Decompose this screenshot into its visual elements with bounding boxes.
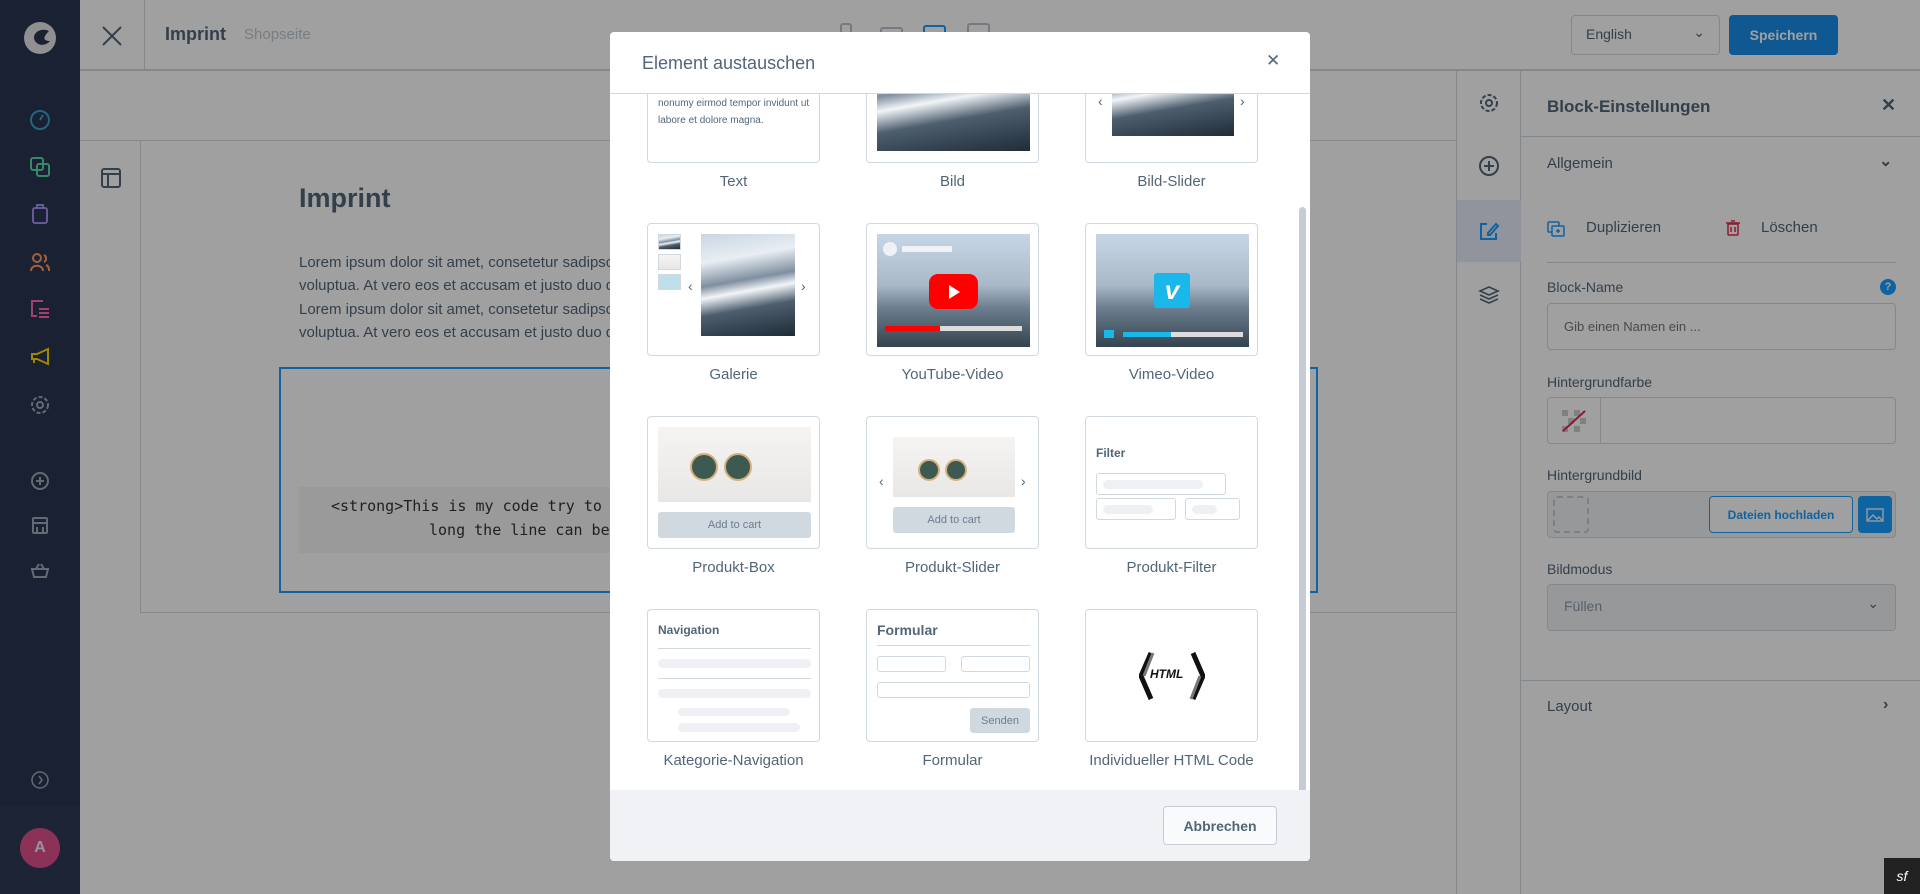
filter-select-preview [1096,498,1176,520]
video-preview: v [1096,234,1249,347]
element-label: Individueller HTML Code [1089,752,1254,769]
chevron-left-icon: ‹ [688,278,693,294]
element-card-gallery[interactable]: ‹ › [647,223,820,356]
element-card-vimeo[interactable]: v [1085,223,1258,356]
replace-element-modal: Element austauschen ✕ nonumy eirmod temp… [610,32,1310,861]
add-to-cart-preview: Add to cart [658,512,811,538]
modal-header: Element austauschen ✕ [610,32,1310,94]
video-preview [877,234,1030,347]
product-image [893,437,1015,497]
add-to-cart-preview: Add to cart [893,507,1015,533]
element-card-product-slider[interactable]: ‹ › Add to cart [866,416,1039,549]
element-card-form[interactable]: Formular Senden [866,609,1039,742]
filter-title: Filter [1096,446,1126,460]
element-card-image-slider[interactable]: ‹ › [1085,94,1258,163]
element-label: Bild-Slider [1137,173,1206,190]
html-badge: HTML [1150,667,1184,681]
element-label: Galerie [709,366,758,383]
element-label: Produkt-Filter [1126,559,1217,576]
product-image [658,427,811,502]
modal-scrollbar[interactable] [1299,207,1306,790]
chevron-right-icon: › [1021,473,1026,489]
youtube-play-icon [929,274,978,309]
mountain-image [877,94,1030,151]
element-card-product-filter[interactable]: Filter [1085,416,1258,549]
vimeo-logo-icon: v [1154,273,1190,308]
thumbnail [658,274,681,290]
element-label: Produkt-Box [692,559,775,576]
chevron-left-icon: ‹ [879,473,884,489]
element-grid: nonumy eirmod tempor invidunt ut labore … [610,94,1310,790]
element-label: Kategorie-Navigation [663,752,804,769]
chevron-left-icon: ‹ [1098,94,1103,109]
mountain-image [1112,94,1234,136]
form-submit-preview: Senden [970,708,1030,733]
element-card-html[interactable]: HTML [1085,609,1258,742]
navigation-title: Navigation [658,623,720,637]
form-title: Formular [877,622,938,638]
text-preview: nonumy eirmod tempor invidunt ut labore … [658,98,810,126]
chevron-right-icon: › [801,278,806,294]
cancel-button[interactable]: Abbrechen [1163,806,1277,845]
filter-select-preview [1096,473,1226,495]
element-label: Text [719,173,748,190]
modal-close-button[interactable]: ✕ [1266,51,1280,71]
element-label: Formular [922,752,983,769]
modal-footer: Abbrechen [610,790,1310,861]
element-label: YouTube-Video [901,366,1004,383]
symfony-toolbar-icon[interactable]: sf [1884,858,1920,894]
mountain-image [701,234,795,336]
element-card-youtube[interactable] [866,223,1039,356]
element-card-image[interactable] [866,94,1039,163]
element-card-product-box[interactable]: Add to cart [647,416,820,549]
filter-select-preview [1185,498,1240,520]
thumbnail [658,234,681,250]
element-label: Produkt-Slider [904,559,1001,576]
chevron-right-icon: › [1240,94,1245,109]
element-label: Bild [939,173,965,190]
element-label: Vimeo-Video [1128,366,1215,383]
thumbnail [658,254,681,270]
element-card-category-navigation[interactable]: Navigation [647,609,820,742]
modal-title: Element austauschen [642,53,816,73]
element-card-text[interactable]: nonumy eirmod tempor invidunt ut labore … [647,94,820,163]
